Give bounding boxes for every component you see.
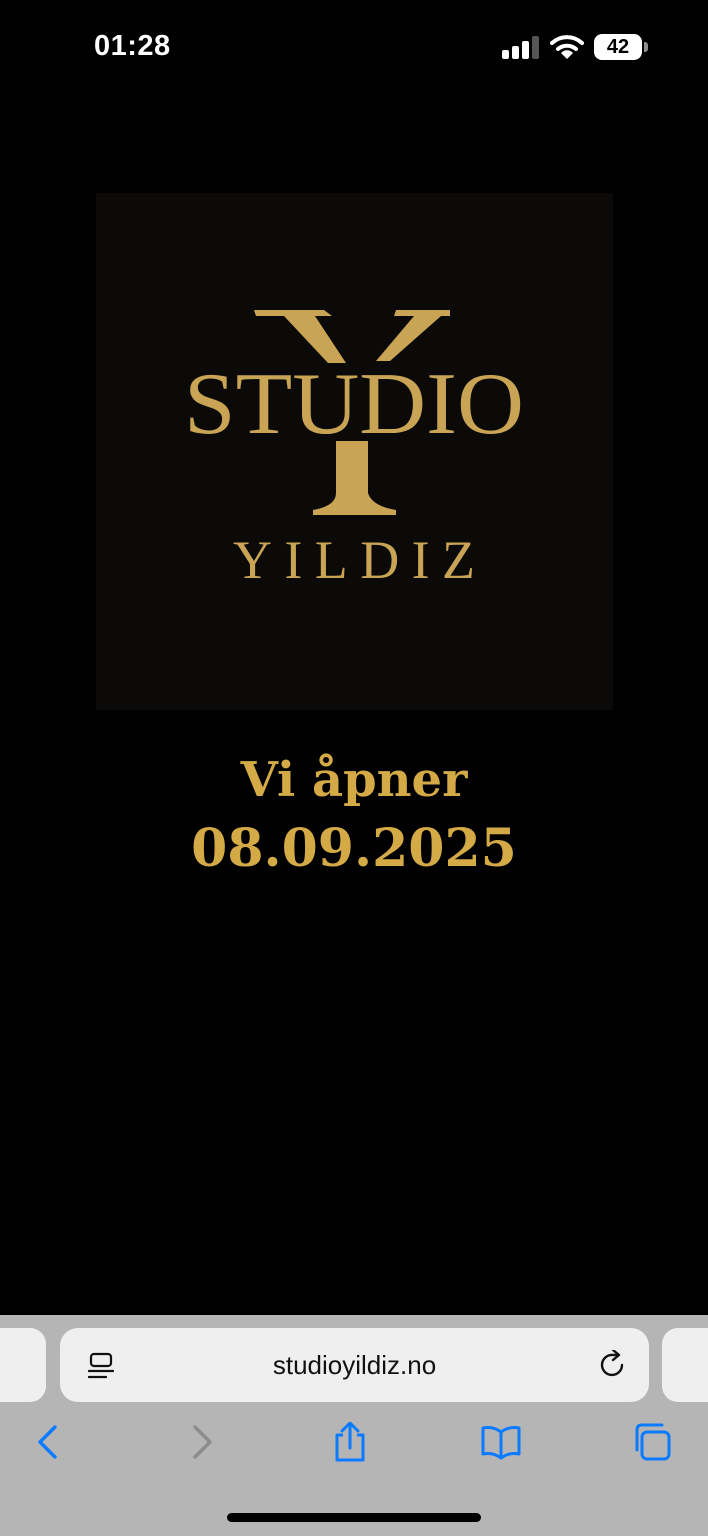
logo-emblem: STUDIO YILDIZ (184, 310, 524, 590)
signal-icon (502, 36, 539, 59)
browser-chrome: studioyildiz.no (0, 1315, 708, 1536)
battery-level: 42 (606, 36, 630, 58)
status-bar: 01:28 42 (0, 0, 708, 96)
bookmarks-icon[interactable] (481, 1422, 521, 1462)
home-indicator[interactable] (227, 1513, 481, 1522)
logo-word: STUDIO (184, 356, 524, 453)
studio-logo: STUDIO YILDIZ (96, 193, 613, 710)
tabs-icon[interactable] (632, 1422, 672, 1462)
reload-icon[interactable] (598, 1350, 628, 1380)
wifi-icon (550, 35, 584, 59)
opening-title: Vi åpner (240, 752, 468, 808)
next-tab-preview[interactable] (662, 1328, 708, 1402)
status-time: 01:28 (94, 30, 171, 62)
opening-date: 08.09.2025 (191, 818, 517, 879)
forward-icon[interactable] (182, 1422, 222, 1462)
share-icon[interactable] (330, 1422, 370, 1462)
logo-name: YILDIZ (233, 530, 475, 590)
battery-icon: 42 (594, 34, 648, 60)
url-text[interactable]: studioyildiz.no (140, 1328, 569, 1402)
reader-icon[interactable] (88, 1352, 114, 1380)
logo-y-right-arm (376, 310, 450, 361)
previous-tab-preview[interactable] (0, 1328, 46, 1402)
back-icon[interactable] (28, 1422, 68, 1462)
address-bar[interactable]: studioyildiz.no (60, 1328, 649, 1402)
browser-toolbar (0, 1412, 708, 1482)
